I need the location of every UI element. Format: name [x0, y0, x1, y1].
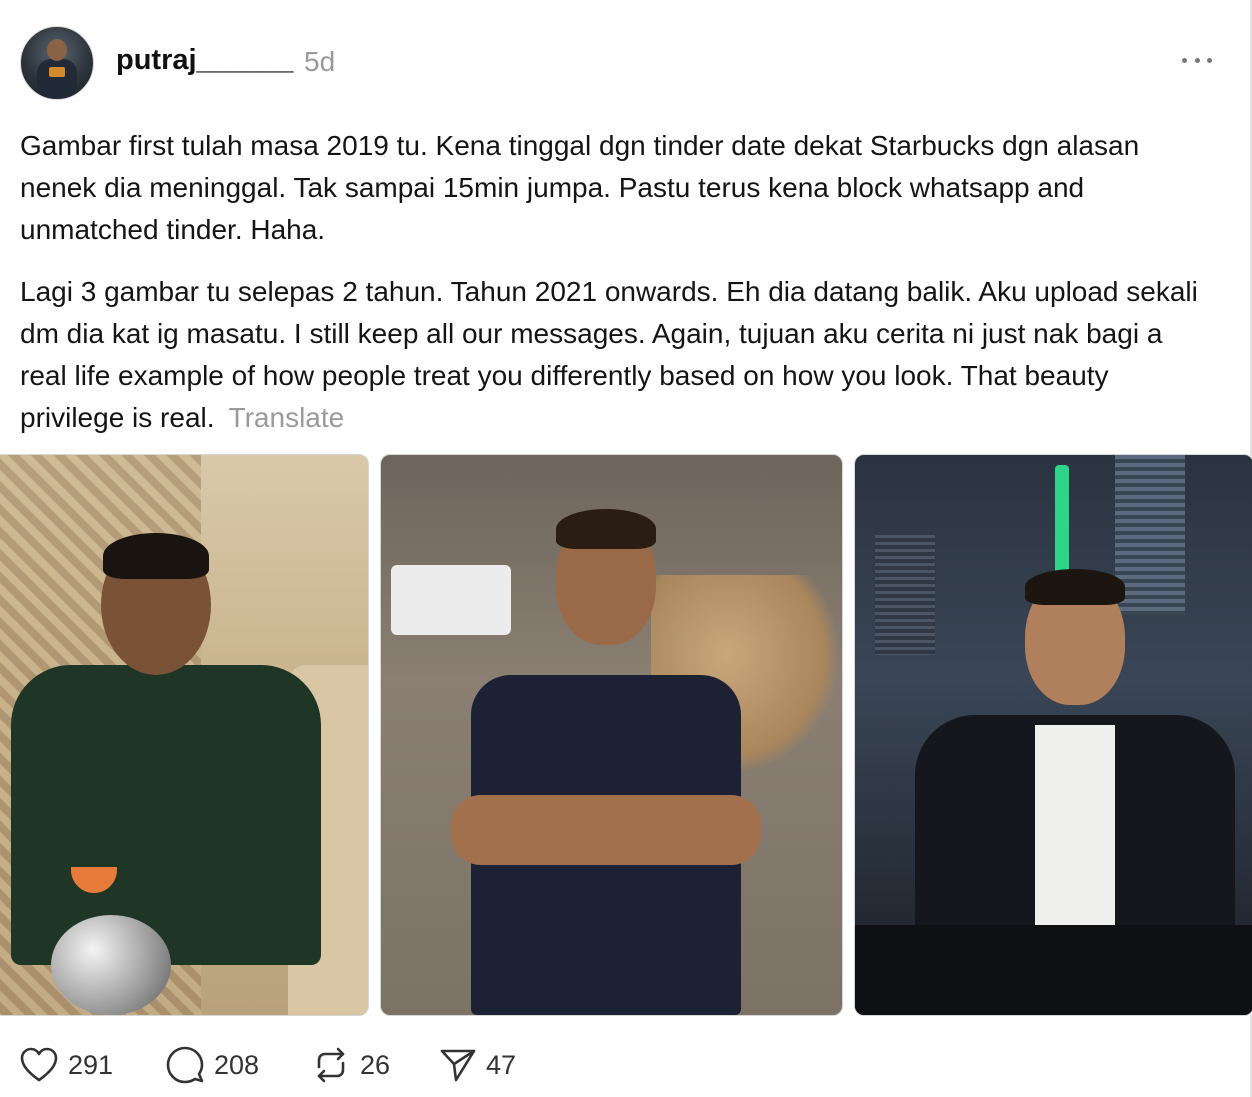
translate-link[interactable]: Translate [229, 402, 345, 433]
comment-button[interactable]: 208 [166, 1040, 259, 1090]
photo-2[interactable] [380, 454, 843, 1016]
avatar[interactable] [20, 26, 94, 100]
photo-person [11, 515, 321, 1015]
person-hair [556, 509, 656, 549]
post-header: putraj______ 5d [20, 24, 1230, 100]
photo-person [441, 509, 771, 1015]
username[interactable]: putraj______ [116, 44, 293, 77]
post-paragraph: Lagi 3 gambar tu selepas 2 tahun. Tahun … [20, 276, 1198, 433]
post-body: Gambar first tulah masa 2019 tu. Kena ti… [20, 125, 1200, 459]
action-bar: 291 208 26 47 [20, 1040, 620, 1090]
repost-count: 26 [360, 1049, 391, 1080]
like-count: 291 [68, 1049, 114, 1080]
more-horizontal-icon [1194, 57, 1200, 63]
photo-1[interactable] [0, 454, 369, 1016]
table [855, 925, 1252, 1015]
person-hair [103, 533, 209, 579]
comment-count: 208 [214, 1049, 260, 1080]
repost-button[interactable]: 26 [312, 1040, 390, 1090]
teapot [51, 915, 171, 1015]
person-shirt [1035, 725, 1115, 925]
avatar-face [47, 39, 67, 61]
photo-3[interactable] [854, 454, 1252, 1016]
post-paragraph-last: Lagi 3 gambar tu selepas 2 tahun. Tahun … [20, 271, 1200, 439]
speech-bubble-icon [166, 1046, 204, 1084]
photo-carousel[interactable] [0, 454, 1252, 1016]
repost-icon [317, 1047, 345, 1083]
person-shirt [11, 665, 321, 965]
heart-icon [20, 1047, 58, 1082]
more-horizontal-icon [1207, 57, 1212, 63]
post-time[interactable]: 5d [304, 46, 335, 78]
share-count: 47 [486, 1049, 517, 1080]
more-horizontal-icon [1182, 57, 1187, 63]
person-hair [1025, 569, 1125, 605]
kl-tower [1055, 465, 1069, 585]
person-arms [451, 795, 761, 865]
like-button[interactable]: 291 [20, 1040, 113, 1090]
avatar-figure [37, 59, 77, 99]
more-options-button[interactable] [1182, 50, 1212, 70]
post-paragraph: Gambar first tulah masa 2019 tu. Kena ti… [20, 130, 1140, 245]
send-icon [440, 1049, 476, 1082]
share-button[interactable]: 47 [440, 1040, 516, 1090]
